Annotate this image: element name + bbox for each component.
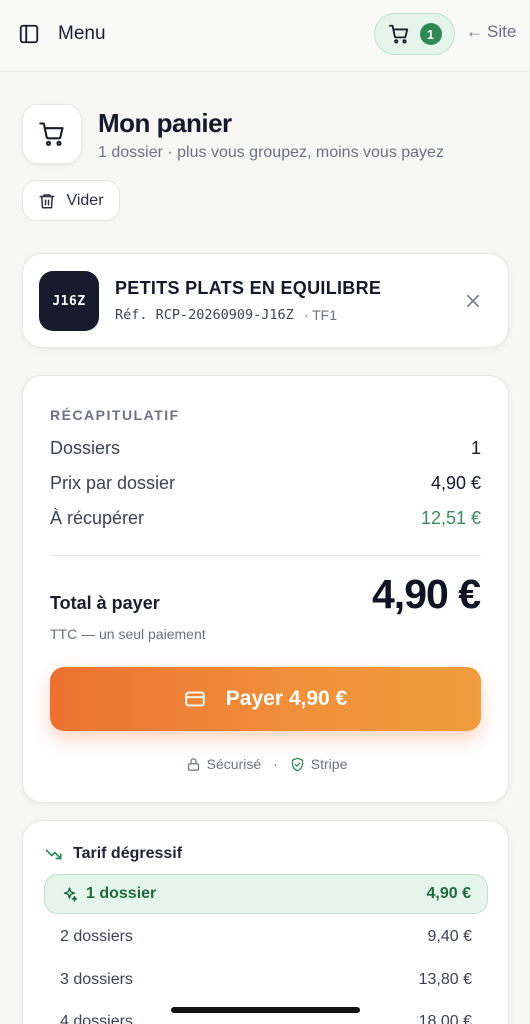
tiers-heading-label: Tarif dégressif bbox=[73, 845, 183, 862]
summary-row-value: 12,51 € bbox=[420, 508, 481, 528]
tier-price: 13,80 € bbox=[418, 971, 472, 988]
tier-price: 9,40 € bbox=[427, 928, 472, 945]
arrow-left-icon: ← bbox=[466, 22, 483, 41]
tier-row-label-wrap: 1 dossier bbox=[61, 885, 156, 903]
item-reference: Réf. RCP-20260909-J16Z · TF1 bbox=[115, 307, 337, 323]
trending-down-icon bbox=[45, 849, 62, 860]
tier-row-active: 1 dossier 4,90 € bbox=[44, 874, 488, 914]
trash-icon bbox=[39, 193, 55, 208]
summary-row-recover: À récupérer 12,51 € bbox=[50, 508, 481, 529]
tiers-heading: Tarif dégressif bbox=[45, 845, 182, 863]
cart-button[interactable]: 1 bbox=[374, 13, 455, 55]
sidebar-icon bbox=[19, 24, 39, 44]
item-ref-code: Réf. RCP-20260909-J16Z bbox=[115, 307, 294, 323]
home-indicator bbox=[171, 1007, 360, 1013]
shield-check-icon bbox=[291, 757, 303, 771]
pay-button[interactable]: Payer 4,90 € bbox=[50, 667, 481, 731]
item-title: PETITS PLATS EN EQUILIBRE bbox=[115, 278, 382, 298]
cart-count-badge: 1 bbox=[419, 23, 442, 45]
stripe-badge: Stripe bbox=[290, 756, 348, 772]
tier-price: 4,90 € bbox=[426, 885, 471, 902]
tier-label: 4 dossiers bbox=[60, 1013, 133, 1024]
summary-row-value: 4,90 € bbox=[430, 473, 481, 493]
payment-security-row: Sécurisé · Stripe bbox=[23, 756, 510, 772]
page-subtitle: 1 dossier · plus vous groupez, moins vou… bbox=[98, 144, 444, 161]
separator-dot: · bbox=[273, 756, 278, 772]
tier-row: 3 dossiers 13,80 € bbox=[44, 960, 488, 1000]
menu-button[interactable]: Menu bbox=[18, 20, 106, 48]
summary-divider bbox=[50, 555, 481, 556]
close-icon bbox=[466, 294, 480, 308]
tier-row: 2 dossiers 9,40 € bbox=[44, 917, 488, 957]
total-label: Total à payer bbox=[50, 593, 160, 613]
tier-label: 1 dossier bbox=[86, 885, 157, 902]
summary-row-unit-price: Prix par dossier 4,90 € bbox=[50, 473, 481, 494]
total-value: 4,90 € bbox=[372, 571, 481, 617]
tier-row: 4 dossiers 18,00 € bbox=[44, 1002, 488, 1024]
site-link[interactable]: ← Site bbox=[466, 22, 516, 42]
summary-row-label: À récupérer bbox=[50, 508, 145, 528]
total-note: TTC — un seul paiement bbox=[50, 626, 206, 642]
top-bar: Menu 1 ← Site bbox=[0, 0, 530, 72]
pricing-tiers-card: Tarif dégressif 1 dossier 4,90 € 2 dossi… bbox=[22, 820, 509, 1024]
item-channel-tag: · TF1 bbox=[303, 307, 338, 323]
cart-header-icon-box bbox=[22, 104, 82, 164]
summary-card: RÉCAPITULATIF Dossiers 1 Prix par dossie… bbox=[22, 375, 509, 803]
item-thumbnail: J16Z bbox=[39, 271, 99, 331]
stripe-label: Stripe bbox=[310, 756, 348, 772]
sparkle-icon bbox=[63, 886, 78, 902]
summary-row-value: 1 bbox=[470, 438, 481, 458]
remove-item-button[interactable] bbox=[461, 289, 485, 313]
secure-label: Sécurisé bbox=[206, 756, 262, 772]
pay-button-label: Payer 4,90 € bbox=[225, 687, 348, 710]
summary-row-label: Prix par dossier bbox=[50, 473, 176, 493]
summary-heading: RÉCAPITULATIF bbox=[50, 407, 180, 423]
lock-icon bbox=[187, 757, 199, 771]
cart-icon bbox=[388, 24, 408, 44]
tier-label: 3 dossiers bbox=[60, 971, 133, 988]
summary-row-dossiers: Dossiers 1 bbox=[50, 438, 481, 459]
credit-card-icon bbox=[185, 691, 205, 707]
page-title: Mon panier bbox=[98, 108, 232, 138]
clear-cart-button[interactable]: Vider bbox=[22, 180, 120, 221]
menu-label: Menu bbox=[58, 23, 106, 44]
site-link-label: Site bbox=[487, 22, 517, 41]
cart-icon bbox=[39, 122, 64, 146]
cart-item-card: J16Z PETITS PLATS EN EQUILIBRE Réf. RCP-… bbox=[22, 253, 509, 348]
secure-badge: Sécurisé bbox=[186, 756, 261, 772]
summary-row-label: Dossiers bbox=[50, 438, 121, 458]
clear-cart-label: Vider bbox=[66, 191, 104, 209]
tier-price: 18,00 € bbox=[418, 1013, 472, 1024]
tier-label: 2 dossiers bbox=[60, 928, 133, 945]
